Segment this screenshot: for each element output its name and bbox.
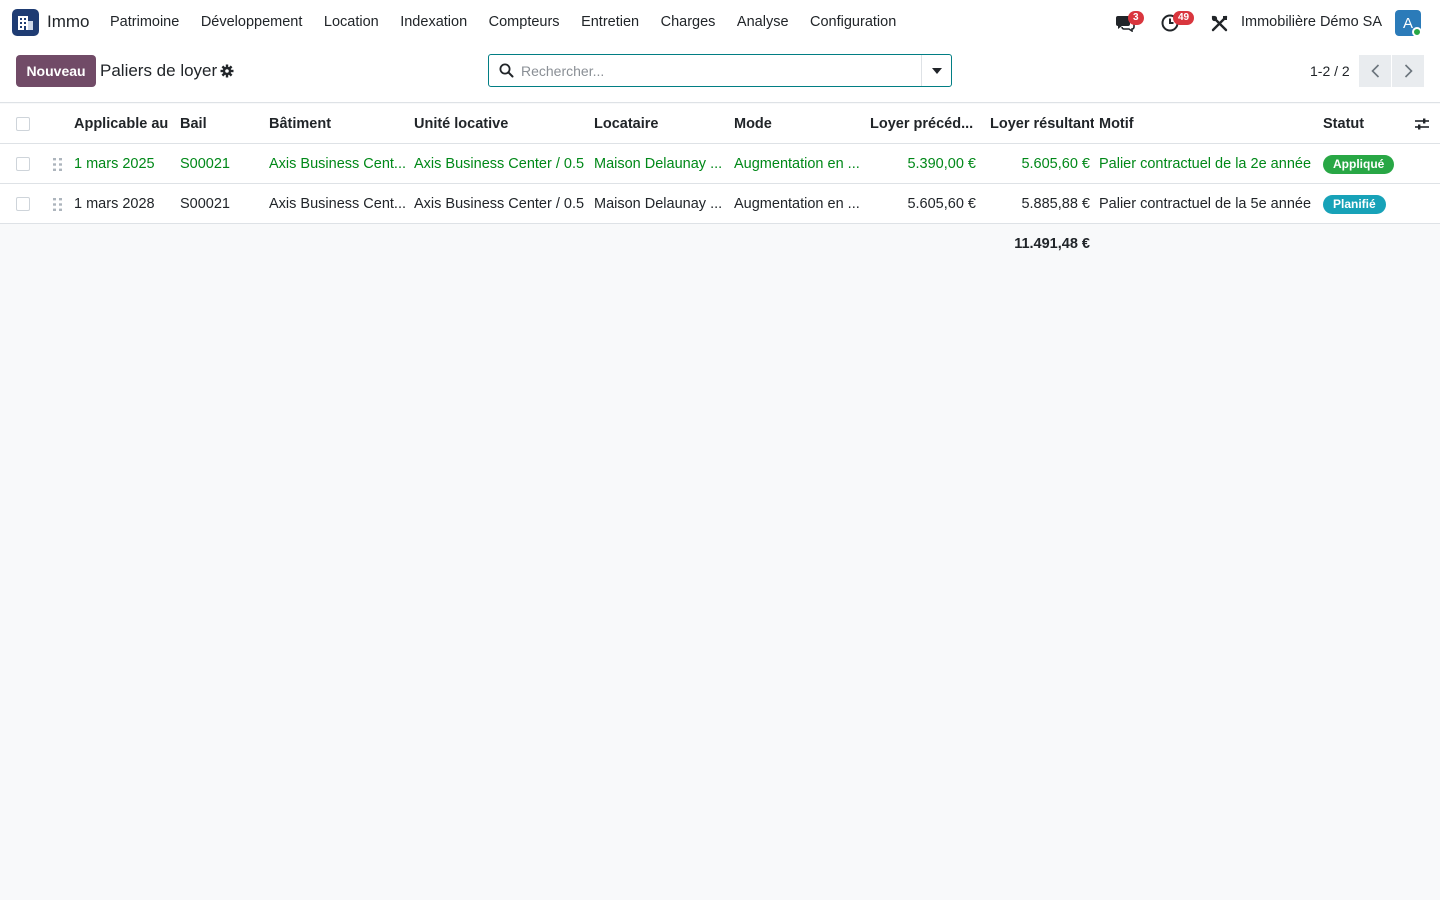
column-header-status[interactable]: Statut xyxy=(1323,104,1403,144)
select-all-checkbox[interactable] xyxy=(16,117,30,131)
presence-indicator xyxy=(1412,27,1422,37)
table-header: Applicable au Bail Bâtiment Unité locati… xyxy=(0,104,1440,144)
cell-date: 1 mars 2025 xyxy=(74,156,155,172)
gear-icon[interactable] xyxy=(220,64,234,81)
column-header-reason[interactable]: Motif xyxy=(1099,104,1314,144)
table-footer: 11.491,48 € xyxy=(0,224,1440,264)
column-header-unit[interactable]: Unité locative xyxy=(414,104,589,144)
column-header-lease[interactable]: Bail xyxy=(180,104,265,144)
menu-item-charges[interactable]: Charges xyxy=(661,14,716,30)
row-checkbox[interactable] xyxy=(16,157,30,171)
column-header-previous-rent[interactable]: Loyer précéd... xyxy=(870,104,978,144)
cell-building: Axis Business Cent... xyxy=(269,156,406,172)
cell-mode: Augmentation en ... xyxy=(734,196,860,212)
cell-unit: Axis Business Center / 0.5 xyxy=(414,156,585,172)
page-title: Paliers de loyer xyxy=(100,61,218,80)
menu-item-indexation[interactable]: Indexation xyxy=(400,14,467,30)
menu-item-location[interactable]: Location xyxy=(324,14,379,30)
cell-resulting-rent: 5.885,88 € xyxy=(1021,196,1090,212)
cell-building: Axis Business Cent... xyxy=(269,196,406,212)
top-navbar: Immo Patrimoine Développement Location I… xyxy=(0,0,1440,46)
cell-previous-rent: 5.390,00 € xyxy=(907,156,976,172)
cell-date: 1 mars 2028 xyxy=(74,196,155,212)
drag-handle-icon[interactable] xyxy=(53,198,62,214)
cell-resulting-rent: 5.605,60 € xyxy=(1021,156,1090,172)
search-icon xyxy=(499,63,514,81)
menu-item-patrimoine[interactable]: Patrimoine xyxy=(110,14,179,30)
search-box xyxy=(488,54,952,87)
pager-next-button[interactable] xyxy=(1392,55,1424,87)
cell-lease: S00021 xyxy=(180,156,230,172)
column-header-resulting-rent[interactable]: Loyer résultant xyxy=(990,104,1094,144)
status-badge: Planifié xyxy=(1323,194,1386,214)
cell-lease: S00021 xyxy=(180,196,230,212)
status-badge: Appliqué xyxy=(1323,154,1395,174)
menu-item-configuration[interactable]: Configuration xyxy=(810,14,896,30)
new-button[interactable]: Nouveau xyxy=(16,55,96,87)
column-options-icon[interactable] xyxy=(1414,117,1430,134)
app-name[interactable]: Immo xyxy=(47,12,90,32)
cell-previous-rent: 5.605,60 € xyxy=(907,196,976,212)
control-panel: Nouveau Paliers de loyer 1-2 xyxy=(0,46,1440,103)
pager-previous-button[interactable] xyxy=(1359,55,1391,87)
row-checkbox[interactable] xyxy=(16,197,30,211)
column-header-building[interactable]: Bâtiment xyxy=(269,104,409,144)
cell-tenant: Maison Delaunay ... xyxy=(594,156,723,172)
menu-item-entretien[interactable]: Entretien xyxy=(581,14,639,30)
company-switcher[interactable]: Immobilière Démo SA xyxy=(1241,14,1382,30)
tools-icon[interactable] xyxy=(1211,15,1228,35)
main-menu: Patrimoine Développement Location Indexa… xyxy=(110,14,918,30)
activities-badge: 49 xyxy=(1173,11,1195,25)
menu-item-compteurs[interactable]: Compteurs xyxy=(489,14,560,30)
menu-item-analyse[interactable]: Analyse xyxy=(737,14,789,30)
messages-badge: 3 xyxy=(1128,11,1144,25)
column-header-mode[interactable]: Mode xyxy=(734,104,864,144)
chevron-right-icon xyxy=(1404,64,1413,78)
caret-down-icon xyxy=(931,67,942,74)
pager-value[interactable]: 1-2 / 2 xyxy=(1310,63,1350,79)
cell-mode: Augmentation en ... xyxy=(734,156,860,172)
search-input[interactable] xyxy=(521,61,917,81)
list-view: Applicable au Bail Bâtiment Unité locati… xyxy=(0,104,1440,264)
column-header-date[interactable]: Applicable au xyxy=(74,104,174,144)
search-options-toggle[interactable] xyxy=(921,55,951,86)
table-row[interactable]: 1 mars 2028 S00021 Axis Business Cent...… xyxy=(0,184,1440,224)
cell-tenant: Maison Delaunay ... xyxy=(594,196,723,212)
menu-item-developpement[interactable]: Développement xyxy=(201,14,303,30)
building-app-icon[interactable] xyxy=(12,9,39,36)
column-header-tenant[interactable]: Locataire xyxy=(594,104,730,144)
cell-reason: Palier contractuel de la 2e année xyxy=(1099,156,1312,172)
total-resulting-rent: 11.491,48 € xyxy=(1014,236,1090,252)
table-row[interactable]: 1 mars 2025 S00021 Axis Business Cent...… xyxy=(0,144,1440,184)
cell-reason: Palier contractuel de la 5e année xyxy=(1099,196,1312,212)
drag-handle-icon[interactable] xyxy=(53,158,62,174)
chevron-left-icon xyxy=(1370,64,1379,78)
cell-status: Planifié xyxy=(1323,184,1413,224)
cell-status: Appliqué xyxy=(1323,144,1413,184)
cell-unit: Axis Business Center / 0.5 xyxy=(414,196,585,212)
